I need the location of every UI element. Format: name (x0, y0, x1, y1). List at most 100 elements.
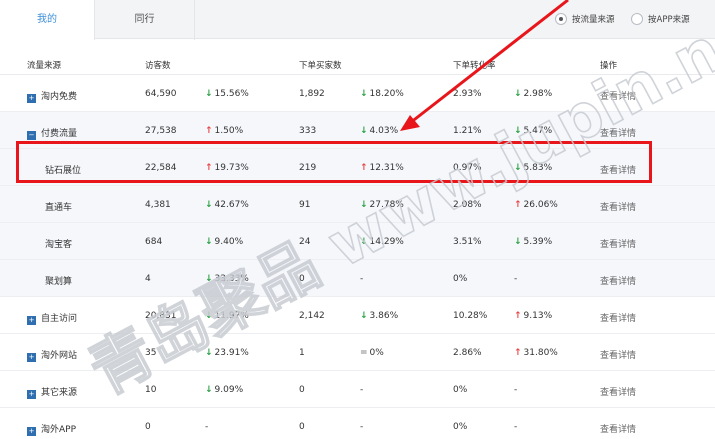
buyers-change-text: ↓ 14.29% (360, 237, 404, 247)
view-details-link[interactable]: 查看详情 (600, 163, 636, 176)
view-details-link[interactable]: 查看详情 (600, 126, 636, 139)
rate-change-text: ↑ 31.80% (514, 348, 558, 358)
source-name[interactable]: + 自主访问 (27, 311, 77, 325)
col-buyers: 下单买家数 (299, 61, 342, 71)
arrow-down-icon: ↓ (360, 237, 368, 247)
arrow-down-icon: ↓ (360, 89, 368, 99)
buyers-change-text: - (360, 422, 364, 432)
flat-icon: = (360, 348, 368, 358)
buyers-change: = 0% (360, 348, 384, 358)
buyers-change: - (360, 422, 363, 432)
visitors-value: 22,584 (145, 163, 177, 173)
rate-change: ↓ 5.83% (514, 163, 552, 173)
buyers-value: 1,892 (299, 89, 325, 99)
view-details-link[interactable]: 查看详情 (600, 200, 636, 213)
buyers-change-text: ↓ 4.03% (360, 126, 399, 136)
visitors-change-text: ↓ 33.33% (205, 274, 249, 284)
col-source: 流量来源 (27, 61, 62, 71)
buyers-change: ↓ 4.03% (360, 126, 398, 136)
source-name: 钻石展位 (45, 166, 82, 176)
view-details-link[interactable]: 查看详情 (600, 237, 636, 250)
rate-change: ↑ 26.06% (514, 200, 558, 210)
visitors-change: ↓ 33.33% (205, 274, 249, 284)
source-name[interactable]: + 淘外网站 (27, 348, 77, 362)
visitors-change: ↓ 9.40% (205, 237, 243, 247)
source-name[interactable]: + 其它来源 (27, 385, 77, 399)
view-details-link[interactable]: 查看详情 (600, 385, 636, 398)
table-row: − 付费流量 27,538 ↑ 1.50% 333 ↓ 4.03% 1.21% ↓ 5.47% 查看详… (0, 112, 715, 149)
view-details-link[interactable]: 查看详情 (600, 89, 636, 102)
buyers-change-text: ↓ 18.20% (360, 89, 404, 99)
view-details-link[interactable]: 查看详情 (600, 311, 636, 324)
buyers-change: ↓ 18.20% (360, 89, 404, 99)
visitors-change-text: ↓ 15.56% (205, 89, 249, 99)
arrow-up-icon: ↑ (514, 348, 522, 358)
expand-icon[interactable]: + (27, 390, 36, 399)
rate-change: ↓ 2.98% (514, 89, 552, 99)
buyers-change: ↑ 12.31% (360, 163, 404, 173)
rate-change: ↑ 9.13% (514, 311, 552, 321)
arrow-up-icon: ↑ (205, 126, 213, 136)
table-row: + 淘外网站 35 ↓ 23.91% 1 = 0% 2.86% ↑ 31.80% 查看详情 (0, 334, 715, 371)
arrow-up-icon: ↑ (205, 163, 213, 173)
table-row: + 淘外APP 0 - 0 - 0% - 查看详情 (0, 408, 715, 439)
rate-value: 2.08% (453, 200, 482, 210)
radio-by-app[interactable]: 按APP来源 (631, 13, 690, 25)
buyers-change: - (360, 274, 363, 284)
radio-by-source[interactable]: 按流量来源 (555, 13, 615, 25)
source-name[interactable]: + 淘外APP (27, 422, 76, 436)
rate-change-text: ↑ 26.06% (514, 200, 558, 210)
expand-icon[interactable]: + (27, 353, 36, 362)
rate-value: 0.97% (453, 163, 482, 173)
rate-change-text: - (514, 274, 518, 284)
buyers-value: 91 (299, 200, 311, 210)
visitors-change: ↓ 11.97% (205, 311, 249, 321)
rate-change-text: ↓ 5.39% (514, 237, 553, 247)
source-name[interactable]: − 付费流量 (27, 126, 77, 140)
buyers-value: 333 (299, 126, 317, 136)
buyers-change-text: = 0% (360, 348, 384, 358)
arrow-down-icon: ↓ (360, 311, 368, 321)
rate-change-text: - (514, 385, 518, 395)
collapse-icon[interactable]: − (27, 131, 36, 140)
arrow-down-icon: ↓ (205, 237, 213, 247)
rate-change: ↓ 5.39% (514, 237, 552, 247)
visitors-value: 27,538 (145, 126, 177, 136)
visitors-change: - (205, 422, 208, 432)
arrow-down-icon: ↓ (514, 89, 522, 99)
expand-icon[interactable]: + (27, 427, 36, 436)
view-details-link[interactable]: 查看详情 (600, 348, 636, 361)
tab-peers[interactable]: 同行 (95, 0, 195, 40)
arrow-up-icon: ↑ (514, 311, 522, 321)
arrow-down-icon: ↓ (205, 200, 213, 210)
arrow-down-icon: ↓ (205, 348, 213, 358)
col-action: 操作 (600, 61, 618, 71)
tab-mine[interactable]: 我的 (0, 0, 95, 40)
visitors-change: ↓ 42.67% (205, 200, 249, 210)
visitors-change-text: ↑ 19.73% (205, 163, 249, 173)
buyers-value: 1 (299, 348, 305, 358)
buyers-change: ↓ 14.29% (360, 237, 404, 247)
radio-checked-icon (555, 13, 567, 25)
expand-icon[interactable]: + (27, 94, 36, 103)
source-name[interactable]: + 淘内免费 (27, 89, 77, 103)
expand-icon[interactable]: + (27, 316, 36, 325)
buyers-value: 219 (299, 163, 317, 173)
buyers-value: 2,142 (299, 311, 325, 321)
tab-bar: 我的 同行 按流量来源 按APP来源 (0, 0, 715, 40)
rate-value: 0% (453, 385, 468, 395)
rate-change-text: ↓ 5.47% (514, 126, 553, 136)
rate-value: 2.86% (453, 348, 482, 358)
rate-change-text: ↓ 5.83% (514, 163, 553, 173)
buyers-change: ↓ 27.78% (360, 200, 404, 210)
rate-value: 1.21% (453, 126, 482, 136)
radio-by-app-label: 按APP来源 (648, 15, 690, 25)
table-row: 聚划算 4 ↓ 33.33% 0 - 0% - 查看详情 (0, 260, 715, 297)
rate-value: 0% (453, 274, 468, 284)
arrow-down-icon: ↓ (360, 126, 368, 136)
view-details-link[interactable]: 查看详情 (600, 422, 636, 435)
visitors-change: ↑ 1.50% (205, 126, 243, 136)
rate-change-text: - (514, 422, 518, 432)
view-details-link[interactable]: 查看详情 (600, 274, 636, 287)
buyers-change-text: ↓ 3.86% (360, 311, 399, 321)
